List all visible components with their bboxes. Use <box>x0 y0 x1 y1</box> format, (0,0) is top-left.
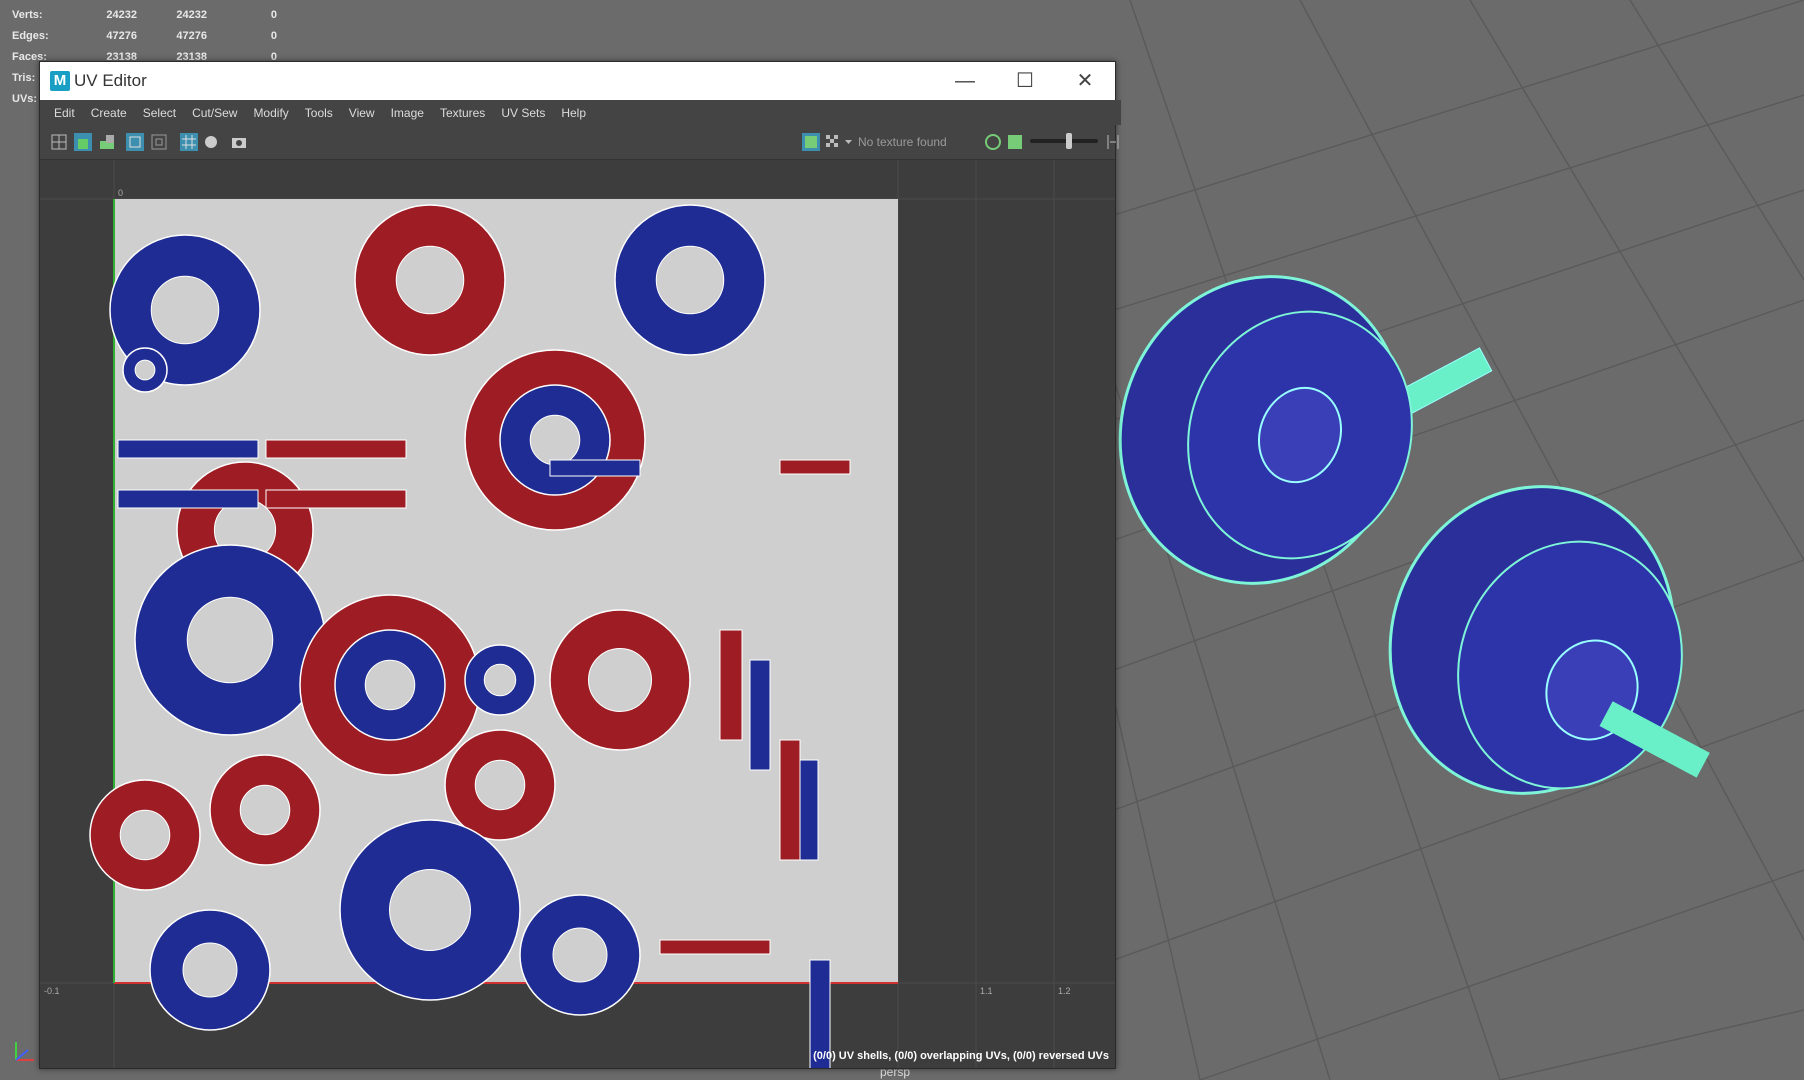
uv-shell-strip <box>549 459 641 477</box>
uv-shell-strip <box>265 489 407 509</box>
tick-label: 1.1 <box>980 986 993 996</box>
hud-value: 0 <box>270 8 277 21</box>
uv-shell-hole <box>119 809 171 861</box>
uv-shell-hole <box>134 359 156 381</box>
uv-status-text: (0/0) UV shells, (0/0) overlapping UVs, … <box>813 1050 1109 1062</box>
dropdown-arrow-icon[interactable] <box>844 133 854 151</box>
uv-shell-strip <box>117 439 259 459</box>
uv-shell-strip <box>799 759 819 861</box>
uv-shell-hole <box>239 784 291 836</box>
hud-value: 24232 <box>106 8 137 21</box>
uv-shell-hole <box>182 942 238 998</box>
exposure-slider[interactable] <box>1030 133 1098 149</box>
exposure-icon[interactable] <box>1006 133 1024 151</box>
shell-border-icon[interactable] <box>150 133 168 151</box>
uv-shell-hole <box>529 414 581 466</box>
uv-shell-strip <box>749 659 771 771</box>
texture-status-text: No texture found <box>858 135 947 149</box>
uv-shell-hole <box>552 927 608 983</box>
uv-shell-strip <box>779 739 801 861</box>
menu-bar: Edit Create Select Cut/Sew Modify Tools … <box>40 100 1121 125</box>
menu-textures[interactable]: Textures <box>432 106 493 120</box>
menu-create[interactable]: Create <box>83 106 135 120</box>
grid-toggle-icon[interactable] <box>180 133 198 151</box>
exposure-slider-handle[interactable] <box>1066 133 1072 149</box>
uv-shell-strip <box>719 629 743 741</box>
uv-toolbar: No texture found <box>40 125 1119 160</box>
checker-tile-icon[interactable] <box>824 133 842 151</box>
distortion-icon[interactable] <box>98 133 116 151</box>
minimize-button[interactable]: — <box>935 62 995 100</box>
pixel-snap-icon[interactable] <box>202 133 220 151</box>
uv-border-icon[interactable] <box>126 133 144 151</box>
hud-verts-row: Verts: 24232 24232 0 <box>12 4 277 25</box>
menu-cut-sew[interactable]: Cut/Sew <box>184 106 245 120</box>
uv-shell-hole <box>186 596 274 684</box>
hud-value: 47276 <box>176 29 207 42</box>
uv-layout-view[interactable] <box>40 160 1115 1068</box>
uv-shell-strip <box>779 459 851 475</box>
uv-shell-hole <box>474 759 526 811</box>
uv-shell-hole <box>588 648 652 712</box>
window-title: UV Editor <box>74 71 147 90</box>
maximize-button[interactable]: ☐ <box>995 62 1055 100</box>
color-management-icon[interactable] <box>984 133 1002 151</box>
menu-uv-sets[interactable]: UV Sets <box>493 106 553 120</box>
hud-label: Edges: <box>12 29 49 42</box>
hud-value: 0 <box>270 29 277 42</box>
uv-shell-hole <box>395 245 465 315</box>
uv-editor-window[interactable]: M UV Editor — ☐ ✕ Edit Create Select Cut… <box>39 61 1121 1069</box>
menu-modify[interactable]: Modify <box>245 106 296 120</box>
menu-help[interactable]: Help <box>553 106 594 120</box>
close-button[interactable]: ✕ <box>1055 62 1115 100</box>
uv-shell-strip <box>265 439 407 459</box>
menu-edit[interactable]: Edit <box>46 106 83 120</box>
hud-value: 24232 <box>176 8 207 21</box>
menu-select[interactable]: Select <box>135 106 184 120</box>
menu-tools[interactable]: Tools <box>297 106 341 120</box>
uv-shell-hole <box>389 869 471 951</box>
hud-edges-row: Edges: 47276 47276 0 <box>12 25 277 46</box>
hud-label: Verts: <box>12 8 43 21</box>
uv-grid-icon[interactable] <box>50 133 68 151</box>
uv-shell-strip <box>117 489 259 509</box>
menu-view[interactable]: View <box>341 106 383 120</box>
hud-value: 47276 <box>106 29 137 42</box>
uv-canvas[interactable]: -0.1 0 1.1 1.2 (0/0) UV shells, (0/0) ov… <box>40 160 1115 1068</box>
uv-shell-strip <box>659 939 771 955</box>
uv-shell-hole <box>150 275 220 345</box>
tick-label: 0 <box>118 188 124 198</box>
shaded-uv-icon[interactable] <box>74 133 92 151</box>
gamma-icon[interactable] <box>1104 133 1122 151</box>
axis-gizmo-icon <box>15 1042 34 1061</box>
tick-label: 1.2 <box>1058 986 1071 996</box>
snapshot-camera-icon[interactable] <box>230 133 248 151</box>
maya-app-icon: M <box>50 71 70 91</box>
uv-shell-hole <box>364 659 416 711</box>
title-bar[interactable]: M UV Editor — ☐ ✕ <box>40 62 1115 100</box>
uv-shell-hole <box>655 245 725 315</box>
menu-image[interactable]: Image <box>383 106 432 120</box>
tick-label: -0.1 <box>44 986 60 996</box>
image-display-icon[interactable] <box>802 133 820 151</box>
uv-shell-hole <box>483 663 517 697</box>
